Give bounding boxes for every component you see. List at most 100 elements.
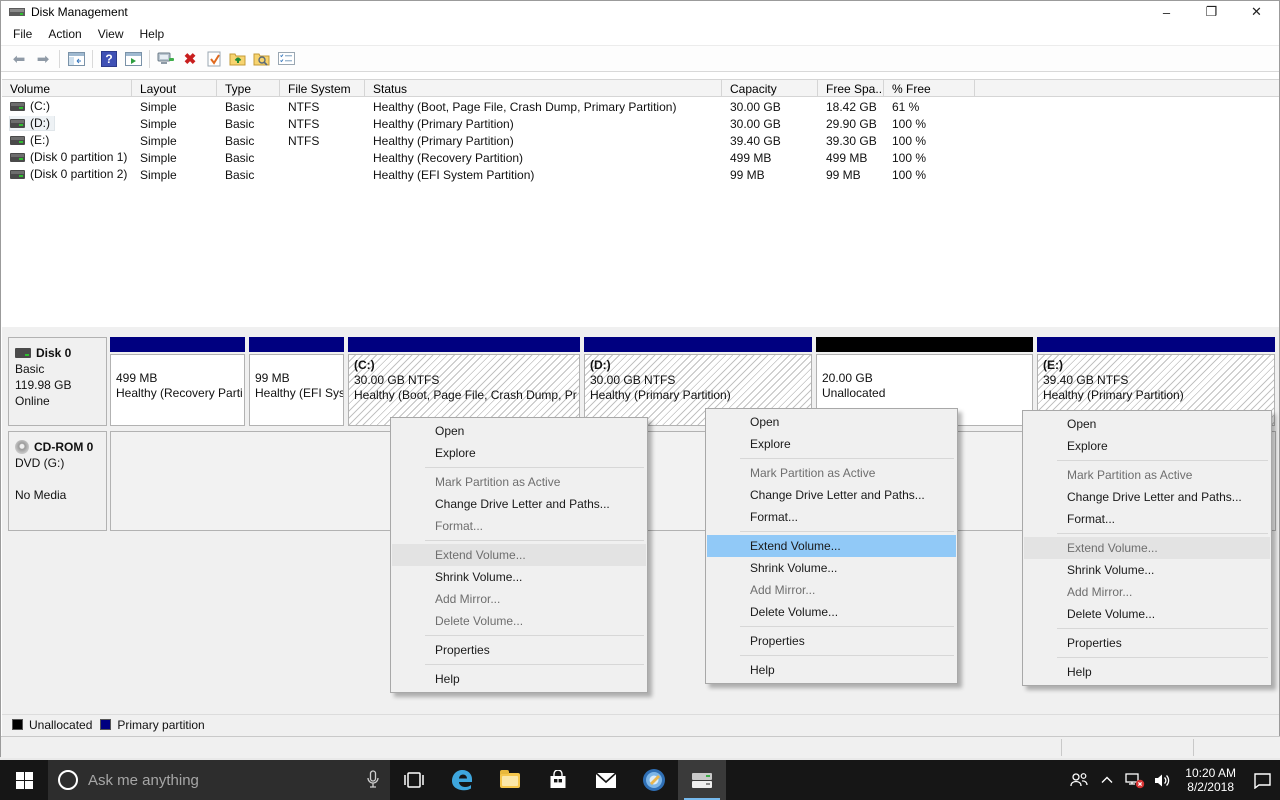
menu-help[interactable]: Help (132, 24, 173, 44)
partition-size: 39.40 GB NTFS (1043, 373, 1269, 388)
menu-view[interactable]: View (90, 24, 132, 44)
partition-block[interactable]: 99 MBHealthy (EFI Syst (249, 337, 344, 426)
microphone-icon[interactable] (366, 770, 380, 790)
menu-item-shrink-volume[interactable]: Shrink Volume... (707, 557, 956, 579)
show-action-pane-icon[interactable] (121, 48, 145, 70)
menu-item-add-mirror: Add Mirror... (1024, 581, 1270, 603)
column-header-type[interactable]: Type (217, 80, 280, 96)
cell-volume: (D:) (2, 116, 132, 131)
menu-item-delete-volume[interactable]: Delete Volume... (707, 601, 956, 623)
menu-item-open[interactable]: Open (707, 411, 956, 433)
menu-item-delete-volume[interactable]: Delete Volume... (1024, 603, 1270, 625)
partition-size: 30.00 GB NTFS (590, 373, 806, 388)
chevron-up-icon[interactable] (1093, 760, 1121, 800)
people-icon[interactable] (1065, 760, 1093, 800)
menu-item-format: Format... (392, 515, 646, 537)
menu-item-change-drive-letter-and-paths[interactable]: Change Drive Letter and Paths... (1024, 486, 1270, 508)
explore-folder-icon[interactable] (250, 48, 274, 70)
file-explorer-icon[interactable] (486, 760, 534, 800)
toolbar-separator (149, 50, 150, 68)
close-button[interactable]: ✕ (1234, 1, 1279, 23)
column-header-capacity[interactable]: Capacity (722, 80, 818, 96)
edge-icon[interactable] (438, 760, 486, 800)
menu-item-help[interactable]: Help (392, 668, 646, 690)
menu-item-properties[interactable]: Properties (1024, 632, 1270, 654)
menu-file[interactable]: File (5, 24, 40, 44)
menu-item-explore[interactable]: Explore (392, 442, 646, 464)
menu-item-change-drive-letter-and-paths[interactable]: Change Drive Letter and Paths... (707, 484, 956, 506)
menu-item-properties[interactable]: Properties (707, 630, 956, 652)
check-disk-icon[interactable] (202, 48, 226, 70)
cell-free: 99 MB (818, 168, 884, 182)
action-center-icon[interactable] (1244, 760, 1280, 800)
partition-tool-icon[interactable] (630, 760, 678, 800)
partition-type-bar (110, 337, 245, 352)
menu-item-format[interactable]: Format... (707, 506, 956, 528)
mail-icon[interactable] (582, 760, 630, 800)
menu-separator (1057, 657, 1268, 658)
column-header-pct-free[interactable]: % Free (884, 80, 975, 96)
restore-button[interactable]: ❐ (1189, 1, 1234, 23)
menu-item-shrink-volume[interactable]: Shrink Volume... (1024, 559, 1270, 581)
remote-computer-icon[interactable] (154, 48, 178, 70)
store-icon[interactable] (534, 760, 582, 800)
back-icon[interactable]: ⬅ (7, 48, 31, 70)
forward-icon[interactable]: ➡ (31, 48, 55, 70)
menu-item-extend-volume[interactable]: Extend Volume... (707, 535, 956, 557)
partition-block[interactable]: (C:)30.00 GB NTFSHealthy (Boot, Page Fil… (348, 337, 580, 426)
menu-item-properties[interactable]: Properties (392, 639, 646, 661)
menu-item-open[interactable]: Open (1024, 413, 1270, 435)
column-header-file-system[interactable]: File System (280, 80, 365, 96)
start-button[interactable] (0, 760, 48, 800)
column-header-free-space[interactable]: Free Spa... (818, 80, 884, 96)
clock[interactable]: 10:20 AM 8/2/2018 (1177, 766, 1244, 794)
cdrom-info-panel[interactable]: CD-ROM 0 DVD (G:) No Media (8, 431, 107, 531)
menu-separator (740, 655, 954, 656)
minimize-button[interactable]: – (1144, 1, 1189, 23)
volume-icon[interactable] (1149, 760, 1177, 800)
cell-type: Basic (217, 151, 280, 165)
open-folder-icon[interactable] (226, 48, 250, 70)
partition-body[interactable]: (C:)30.00 GB NTFSHealthy (Boot, Page Fil… (348, 354, 580, 426)
date: 8/2/2018 (1185, 780, 1236, 794)
toolbar-separator (59, 50, 60, 68)
partition-body[interactable]: 99 MBHealthy (EFI Syst (249, 354, 344, 426)
menu-item-explore[interactable]: Explore (707, 433, 956, 455)
column-header-volume[interactable]: Volume (2, 80, 132, 96)
table-row[interactable]: (E:)SimpleBasicNTFSHealthy (Primary Part… (2, 132, 1279, 149)
table-row[interactable]: (D:)SimpleBasicNTFSHealthy (Primary Part… (2, 115, 1279, 132)
menu-item-explore[interactable]: Explore (1024, 435, 1270, 457)
network-error-icon[interactable] (1121, 760, 1149, 800)
partition-block[interactable]: 499 MBHealthy (Recovery Parti (110, 337, 245, 426)
disk-management-taskbar-icon[interactable] (678, 760, 726, 800)
help-icon[interactable]: ? (97, 48, 121, 70)
show-console-tree-icon[interactable] (64, 48, 88, 70)
primary-partition-swatch (100, 719, 111, 730)
volume-list: Volume Layout Type File System Status Ca… (2, 72, 1279, 327)
menu-item-shrink-volume[interactable]: Shrink Volume... (392, 566, 646, 588)
volume-drive-icon (10, 102, 25, 111)
menu-item-format[interactable]: Format... (1024, 508, 1270, 530)
menu-action[interactable]: Action (40, 24, 89, 44)
menu-item-extend-volume[interactable]: Extend Volume... (392, 544, 646, 566)
menu-item-open[interactable]: Open (392, 420, 646, 442)
task-view-icon[interactable] (390, 760, 438, 800)
table-row[interactable]: (Disk 0 partition 2)SimpleBasicHealthy (… (2, 166, 1279, 183)
view-options-icon[interactable] (274, 48, 298, 70)
disk0-info-panel[interactable]: Disk 0 Basic 119.98 GB Online (8, 337, 107, 426)
delete-icon[interactable]: ✖ (178, 48, 202, 70)
search-box[interactable]: Ask me anything (48, 760, 390, 800)
menu-item-change-drive-letter-and-paths[interactable]: Change Drive Letter and Paths... (392, 493, 646, 515)
table-row[interactable]: (C:)SimpleBasicNTFSHealthy (Boot, Page F… (2, 98, 1279, 115)
menu-item-extend-volume[interactable]: Extend Volume... (1024, 537, 1270, 559)
menu-item-help[interactable]: Help (1024, 661, 1270, 683)
partition-type-bar (816, 337, 1033, 352)
partition-name: (E:) (1043, 358, 1269, 373)
column-header-status[interactable]: Status (365, 80, 722, 96)
menu-item-help[interactable]: Help (707, 659, 956, 681)
volume-label: (D:) (30, 116, 50, 130)
partition-body[interactable]: 499 MBHealthy (Recovery Parti (110, 354, 245, 426)
partition-size: 20.00 GB (822, 371, 1027, 386)
table-row[interactable]: (Disk 0 partition 1)SimpleBasicHealthy (… (2, 149, 1279, 166)
column-header-layout[interactable]: Layout (132, 80, 217, 96)
